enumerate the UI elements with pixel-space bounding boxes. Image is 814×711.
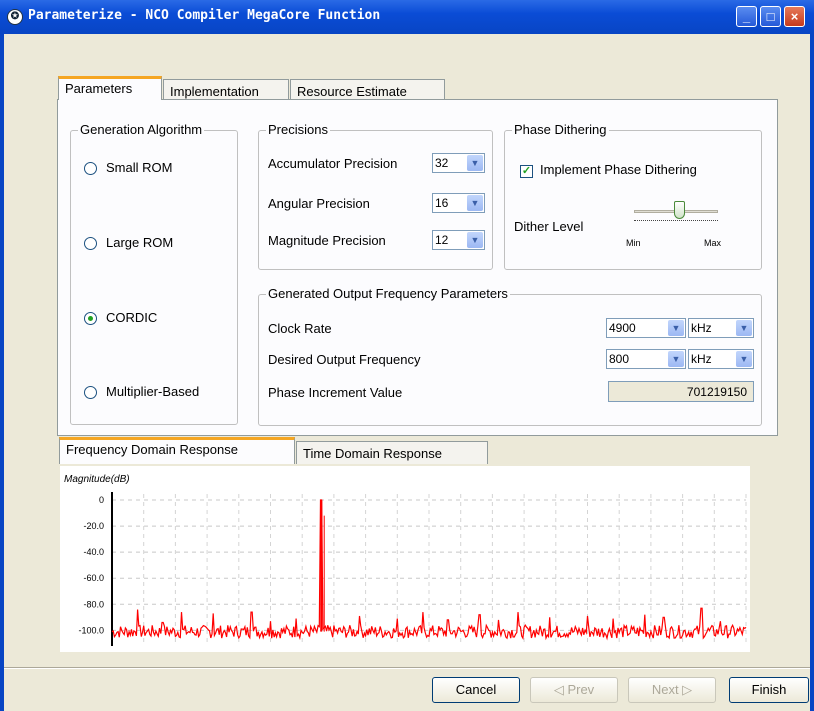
slider-max-label: Max: [704, 238, 722, 248]
cordic-label: CORDIC: [106, 310, 158, 325]
accumulator-precision-label: Accumulator Precision: [268, 156, 398, 171]
tab-time-domain-response[interactable]: Time Domain Response: [296, 441, 488, 464]
y-tick-label: 0: [99, 495, 104, 505]
tab-frequency-domain-response[interactable]: Frequency Domain Response: [59, 437, 295, 464]
accumulator-precision-select[interactable]: 32 ▼: [432, 153, 485, 173]
y-tick-label: -20.0: [83, 521, 104, 531]
footer-separator: [4, 667, 810, 669]
parameters-panel: Generation Algorithm Small ROM Large ROM…: [57, 99, 778, 436]
magnitude-precision-label: Magnitude Precision: [268, 233, 386, 248]
slider-ticks: [634, 220, 718, 223]
frequency-response-chart: Magnitude(dB) 0 -20.0 -40.0 -60.0 -80.0 -100.0: [60, 466, 750, 652]
cancel-button[interactable]: Cancel: [432, 677, 520, 703]
close-button[interactable]: ×: [784, 6, 805, 27]
small-rom-label: Small ROM: [106, 160, 173, 175]
tab-implementation[interactable]: Implementation: [163, 79, 289, 100]
finish-button[interactable]: Finish: [729, 677, 809, 703]
minimize-button[interactable]: _: [736, 6, 757, 27]
chevron-down-icon: ▼: [736, 320, 752, 336]
chart-svg: Magnitude(dB) 0 -20.0 -40.0 -60.0 -80.0 -100.0: [64, 474, 747, 646]
chevron-down-icon: ▼: [467, 195, 483, 211]
window-title: Parameterize - NCO Compiler MegaCore Fun…: [28, 8, 381, 23]
slider-thumb[interactable]: [674, 201, 685, 219]
clock-rate-input[interactable]: 4900 ▼: [606, 318, 686, 338]
y-tick-label: -100.0: [78, 625, 104, 635]
maximize-button[interactable]: □: [760, 6, 781, 27]
chevron-down-icon: ▼: [668, 320, 684, 336]
implement-phase-dithering-checkbox[interactable]: ✓: [520, 165, 533, 178]
phase-dithering-label: Phase Dithering: [512, 122, 609, 137]
y-tick-label: -40.0: [83, 547, 104, 557]
clock-rate-unit-select[interactable]: kHz ▼: [688, 318, 754, 338]
radio-large-rom[interactable]: [84, 237, 97, 250]
angular-precision-select[interactable]: 16 ▼: [432, 193, 485, 213]
y-tick-label: -60.0: [83, 573, 104, 583]
radio-multiplier-based[interactable]: [84, 386, 97, 399]
tab-resource-estimate[interactable]: Resource Estimate: [290, 79, 445, 100]
chevron-down-icon: ▼: [467, 155, 483, 171]
magnitude-precision-select[interactable]: 12 ▼: [432, 230, 485, 250]
dither-level-label: Dither Level: [514, 219, 584, 234]
slider-min-label: Min: [626, 238, 641, 248]
large-rom-label: Large ROM: [106, 235, 174, 250]
nco-parameterize-window: ✪ Parameterize - NCO Compiler MegaCore F…: [0, 0, 814, 711]
title-bar[interactable]: ✪ Parameterize - NCO Compiler MegaCore F…: [0, 0, 814, 34]
tab-parameters[interactable]: Parameters: [58, 76, 162, 100]
app-icon: ✪: [7, 9, 23, 25]
y-axis-label: Magnitude(dB): [64, 474, 130, 485]
radio-small-rom[interactable]: [84, 162, 97, 175]
generation-algorithm-label: Generation Algorithm: [78, 122, 205, 137]
precisions-label: Precisions: [266, 122, 330, 137]
radio-cordic[interactable]: [84, 312, 97, 325]
clock-rate-label: Clock Rate: [268, 321, 332, 336]
multiplier-based-label: Multiplier-Based: [106, 384, 200, 399]
dither-level-slider[interactable]: [634, 201, 718, 225]
window-border-right: [810, 34, 814, 711]
prev-button[interactable]: ◁ Prev: [530, 677, 618, 703]
desired-output-unit-select[interactable]: kHz ▼: [688, 349, 754, 369]
phase-increment-value: 701219150: [608, 381, 754, 402]
angular-precision-label: Angular Precision: [268, 196, 370, 211]
window-border-left: [0, 34, 4, 711]
phase-dithering-group: Phase Dithering: [504, 122, 762, 270]
chevron-down-icon: ▼: [668, 351, 684, 367]
desired-output-frequency-label: Desired Output Frequency: [268, 352, 421, 367]
output-frequency-label: Generated Output Frequency Parameters: [266, 286, 510, 301]
desired-output-frequency-input[interactable]: 800 ▼: [606, 349, 686, 369]
chevron-down-icon: ▼: [467, 232, 483, 248]
next-button[interactable]: Next ▷: [628, 677, 716, 703]
phase-increment-label: Phase Increment Value: [268, 385, 403, 400]
chevron-down-icon: ▼: [736, 351, 752, 367]
implement-phase-dithering-label: Implement Phase Dithering: [540, 162, 697, 177]
y-tick-label: -80.0: [83, 599, 104, 609]
